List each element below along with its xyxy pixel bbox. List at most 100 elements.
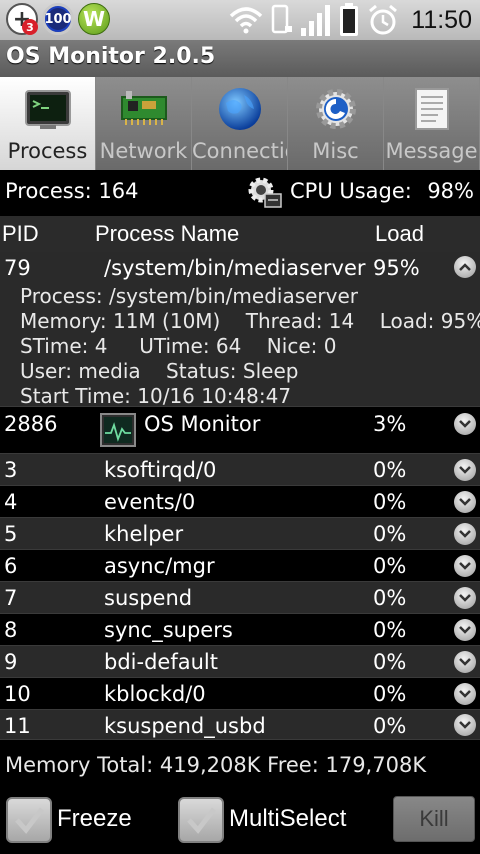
row-process-name: kblockd/0: [104, 682, 206, 706]
process-count-value: 164: [98, 179, 139, 203]
misc-gear-icon: [316, 89, 356, 129]
expand-chevron-icon[interactable]: [454, 714, 476, 736]
row-process-name: sync_supers: [104, 618, 233, 642]
process-row-11[interactable]: 11 ksuspend_usbd 0%: [0, 710, 480, 740]
process-row-6[interactable]: 6 async/mgr 0%: [0, 550, 480, 582]
os-monitor-app-icon: [100, 413, 136, 447]
row-pid: 4: [4, 490, 18, 514]
tab-label-network: Network: [99, 139, 188, 163]
battery-icon: [340, 3, 359, 36]
tab-label-misc: Misc: [312, 139, 359, 163]
row-pid: 10: [4, 682, 31, 706]
row-pid: 79: [4, 256, 31, 280]
message-document-icon: [415, 88, 449, 130]
w-app-letter: W: [82, 7, 106, 31]
row-load: 0%: [373, 650, 407, 674]
row-process-name: khelper: [104, 522, 184, 546]
tab-misc[interactable]: Misc: [288, 77, 384, 170]
app-title: OS Monitor 2.0.5: [6, 44, 216, 69]
row-process-name: ksuspend_usbd: [104, 714, 266, 738]
row-process-name: OS Monitor: [144, 412, 261, 436]
row-process-name: async/mgr: [104, 554, 215, 578]
row-process-name: events/0: [104, 490, 196, 514]
process-row-7[interactable]: 7 suspend 0%: [0, 582, 480, 614]
row-pid: 6: [4, 554, 18, 578]
row-pid: 7: [4, 586, 18, 610]
checkmark-icon: [15, 807, 44, 834]
row-load: 0%: [373, 586, 407, 610]
row-load: 95%: [373, 256, 420, 280]
header-pid[interactable]: PID: [2, 221, 39, 247]
globe-icon: [219, 88, 261, 130]
process-row-4[interactable]: 4 events/0 0%: [0, 486, 480, 518]
tab-connection[interactable]: Connection: [192, 77, 288, 170]
detail-memory: Memory: 11M (10M) Thread: 14 Load: 95%: [20, 309, 480, 333]
process-count: Process: 164: [5, 179, 139, 203]
tab-process[interactable]: Process: [0, 77, 96, 170]
row-load: 0%: [373, 714, 407, 738]
expand-chevron-icon[interactable]: [454, 459, 476, 481]
footer-bar: Freeze MultiSelect Kill: [0, 790, 480, 854]
tab-message[interactable]: Message: [384, 77, 480, 170]
process-count-label: Process:: [5, 179, 92, 203]
process-table-header: PID Process Name Load: [0, 216, 480, 252]
header-process-name[interactable]: Process Name: [95, 221, 239, 247]
notification-count-badge: 3: [22, 19, 38, 35]
multiselect-checkbox[interactable]: [178, 797, 224, 843]
tab-label-connection: Connection: [192, 139, 287, 163]
expand-chevron-icon[interactable]: [454, 587, 476, 609]
tab-network[interactable]: Network: [96, 77, 192, 170]
app-title-bar: OS Monitor 2.0.5: [0, 40, 480, 77]
battery-level-icon[interactable]: 100: [42, 3, 74, 35]
expand-chevron-icon[interactable]: [454, 523, 476, 545]
row-load: 0%: [373, 490, 407, 514]
w-app-icon[interactable]: W: [78, 3, 110, 35]
cpu-usage-value: 98%: [427, 179, 474, 203]
network-card-icon: [121, 91, 167, 125]
kill-button[interactable]: Kill: [393, 796, 475, 842]
process-row-8[interactable]: 8 sync_supers 0%: [0, 614, 480, 646]
process-row-3[interactable]: 3 ksoftirqd/0 0%: [0, 454, 480, 486]
status-bar: + 3 100 W 11:50: [0, 0, 480, 40]
row-load: 3%: [373, 412, 407, 436]
row-load: 0%: [373, 682, 407, 706]
row-load: 0%: [373, 522, 407, 546]
row-pid: 8: [4, 618, 18, 642]
freeze-label[interactable]: Freeze: [57, 805, 132, 833]
tab-label-message: Message: [385, 139, 478, 163]
freeze-checkbox[interactable]: [6, 797, 52, 843]
summary-bar: Process: 164 CPU Usage: 98%: [0, 170, 480, 214]
multiselect-label[interactable]: MultiSelect: [229, 805, 346, 833]
row-pid: 11: [4, 714, 31, 738]
row-pid: 5: [4, 522, 18, 546]
cpu-usage-label: CPU Usage:: [290, 179, 412, 203]
tab-label-process: Process: [7, 139, 88, 163]
process-monitor-icon: [25, 90, 71, 129]
expand-chevron-icon[interactable]: [454, 413, 476, 435]
process-row-9[interactable]: 9 bdi-default 0%: [0, 646, 480, 678]
process-row-79[interactable]: 79 /system/bin/mediaserver 95% Process: …: [0, 252, 480, 408]
alarm-icon: [369, 4, 398, 35]
row-pid: 9: [4, 650, 18, 674]
detail-process: Process: /system/bin/mediaserver: [20, 284, 359, 308]
process-row-2886[interactable]: 2886 OS Monitor 3%: [0, 407, 480, 454]
row-pid: 2886: [4, 412, 58, 436]
expand-chevron-icon[interactable]: [454, 555, 476, 577]
row-pid: 3: [4, 458, 18, 482]
clock-time: 11:50: [411, 5, 472, 34]
row-process-name: bdi-default: [104, 650, 218, 674]
header-load[interactable]: Load: [375, 221, 424, 247]
expand-chevron-icon[interactable]: [454, 683, 476, 705]
collapse-chevron-icon[interactable]: [454, 256, 476, 278]
tab-bar: Process Network Connection Misc: [0, 77, 480, 170]
detail-start-time: Start Time: 10/16 10:48:47: [20, 384, 292, 408]
add-contact-icon[interactable]: + 3: [6, 3, 38, 35]
expand-chevron-icon[interactable]: [454, 651, 476, 673]
memory-summary: Memory Total: 419,208K Free: 179,708K: [5, 753, 427, 777]
battery-level-text: 100: [44, 11, 72, 27]
expand-chevron-icon[interactable]: [454, 491, 476, 513]
process-row-5[interactable]: 5 khelper 0%: [0, 518, 480, 550]
row-load: 0%: [373, 554, 407, 578]
expand-chevron-icon[interactable]: [454, 619, 476, 641]
process-row-10[interactable]: 10 kblockd/0 0%: [0, 678, 480, 710]
